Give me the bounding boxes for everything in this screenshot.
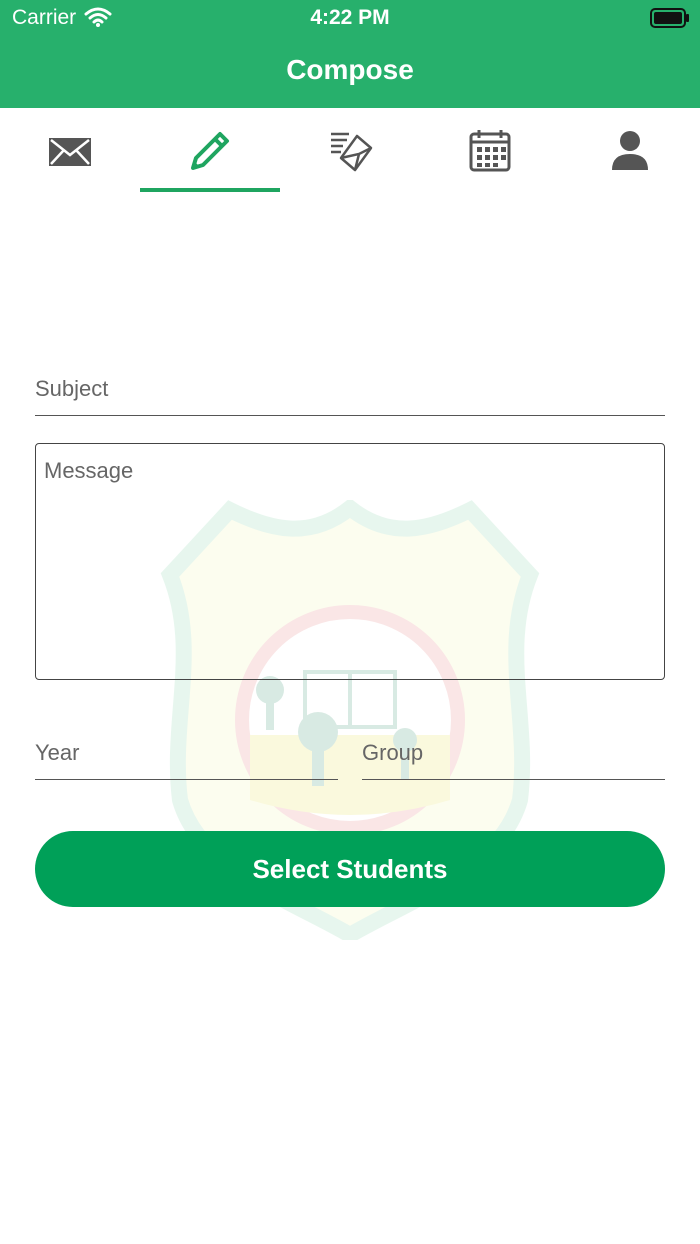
tab-inbox[interactable] [0, 108, 140, 194]
battery-icon [650, 8, 689, 28]
status-time: 4:22 PM [310, 6, 390, 29]
app-header: Carrier 4:22 PM Compose [0, 0, 700, 108]
page-title: Compose [286, 54, 414, 85]
tab-calendar[interactable] [420, 108, 560, 194]
calendar-icon [469, 130, 511, 172]
sent-mail-icon [331, 132, 373, 172]
tab-bar [0, 108, 700, 194]
pencil-icon [191, 132, 229, 170]
select-students-button[interactable]: Select Students [35, 831, 665, 907]
status-bar: Carrier 4:22 PM [0, 0, 700, 36]
tab-sent[interactable] [280, 108, 420, 194]
subject-input[interactable] [35, 372, 665, 416]
mail-icon [49, 138, 91, 166]
person-icon [612, 131, 648, 170]
tab-selected-indicator [140, 188, 280, 192]
message-textarea[interactable] [35, 443, 665, 680]
tab-compose[interactable] [140, 108, 280, 194]
group-input[interactable] [362, 736, 665, 780]
year-input[interactable] [35, 736, 338, 780]
tab-profile[interactable] [560, 108, 700, 194]
